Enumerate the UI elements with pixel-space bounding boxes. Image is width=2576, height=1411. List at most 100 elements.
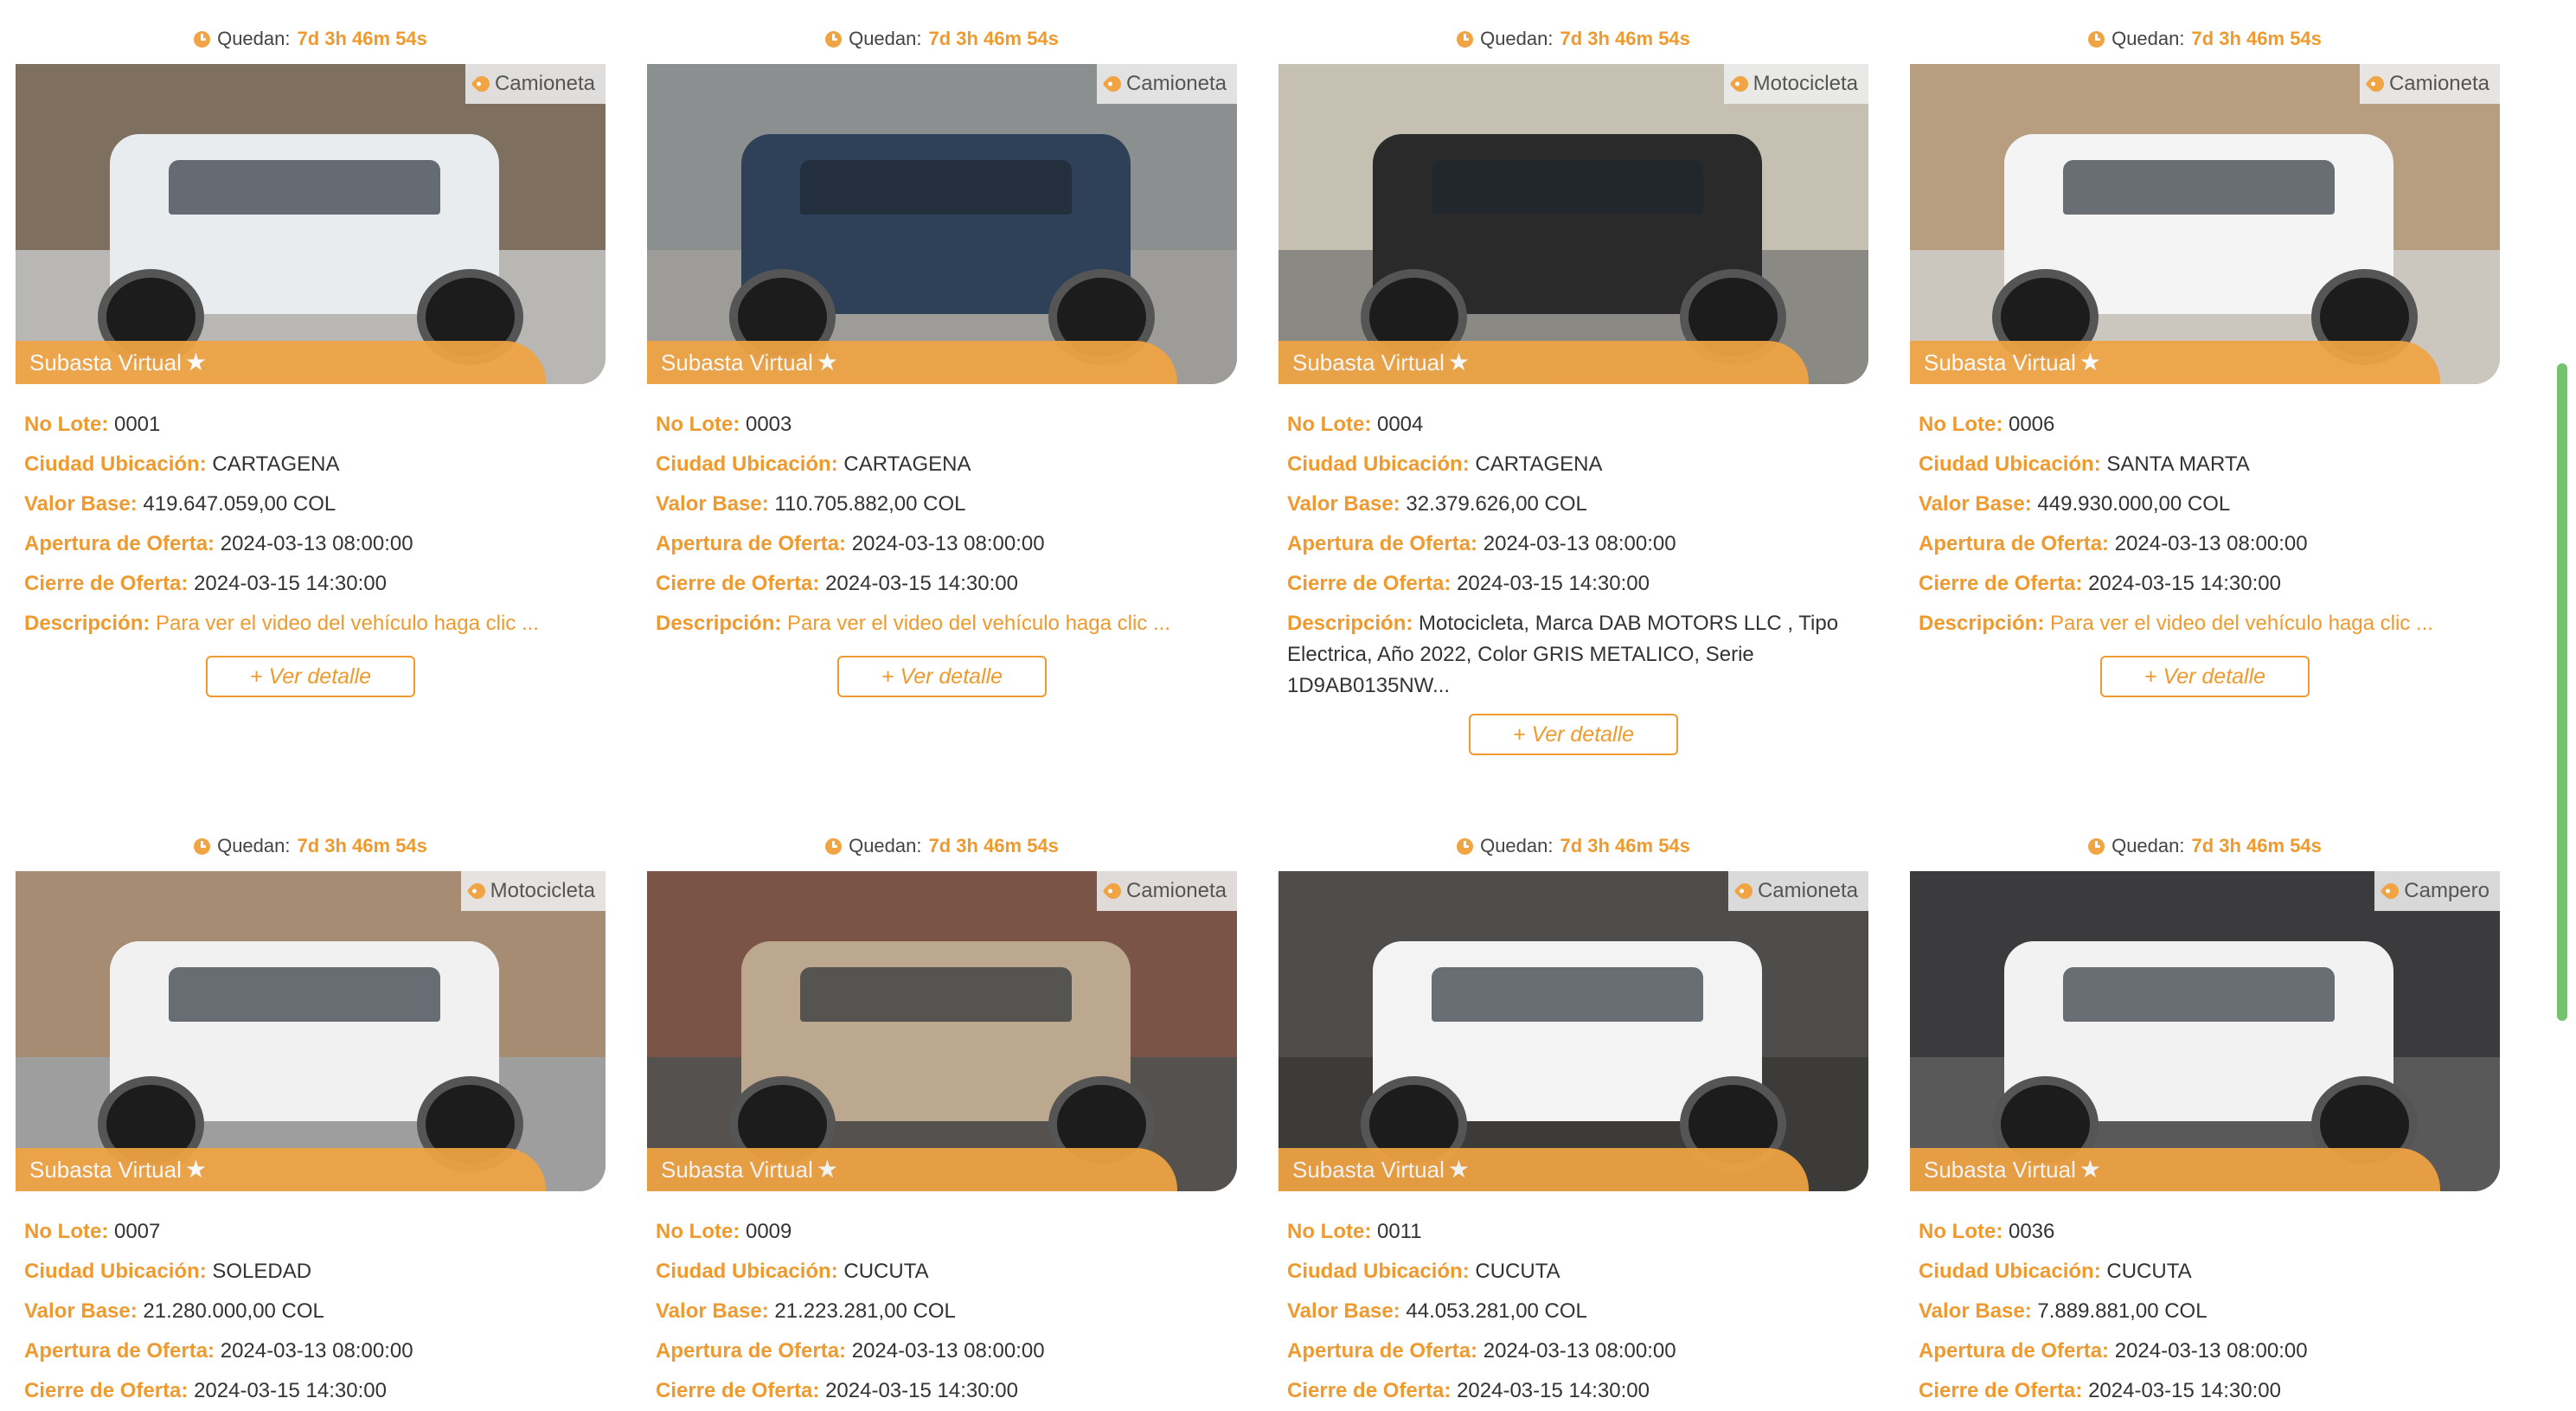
close-label: Cierre de Oferta: xyxy=(1287,1379,1451,1402)
vehicle-details: No Lote: 0036 Ciudad Ubicación: CUCUTA V… xyxy=(1910,1191,2500,1411)
vehicle-photo[interactable]: Camioneta Subasta Virtual ★ xyxy=(647,871,1237,1191)
category-label: Camioneta xyxy=(1757,879,1858,902)
description-block: Descripción: Motocicleta, Marca DAB MOTO… xyxy=(1287,608,1860,702)
close-value: 2024-03-15 14:30:00 xyxy=(194,1379,387,1402)
open-value: 2024-03-13 08:00:00 xyxy=(220,1339,413,1363)
description-label: Descripción: xyxy=(24,612,151,635)
vehicle-card: Quedan: 7d 3h 46m 54s Camioneta Subasta … xyxy=(647,26,1237,697)
countdown-timer: Quedan: 7d 3h 46m 54s xyxy=(1278,833,1868,859)
vehicle-details: No Lote: 0006 Ciudad Ubicación: SANTA MA… xyxy=(1910,384,2500,697)
city-row: Ciudad Ubicación: CUCUTA xyxy=(1919,1252,2491,1292)
vehicle-photo[interactable]: Camioneta Subasta Virtual ★ xyxy=(647,64,1237,384)
countdown-value: 7d 3h 46m 54s xyxy=(297,28,427,49)
vehicle-details: No Lote: 0003 Ciudad Ubicación: CARTAGEN… xyxy=(647,384,1237,697)
countdown-timer: Quedan: 7d 3h 46m 54s xyxy=(16,833,606,859)
lot-row: No Lote: 0009 xyxy=(656,1212,1228,1252)
city-row: Ciudad Ubicación: CARTAGENA xyxy=(1287,445,1860,484)
open-label: Apertura de Oferta: xyxy=(1919,1339,2110,1363)
page-scrollbar[interactable] xyxy=(2557,363,2567,1021)
photo-background xyxy=(1910,871,2500,1191)
city-label: Ciudad Ubicación: xyxy=(656,452,838,476)
vehicle-photo[interactable]: Motocicleta Subasta Virtual ★ xyxy=(16,871,606,1191)
view-detail-button[interactable]: + Ver detalle xyxy=(837,656,1047,697)
open-row: Apertura de Oferta: 2024-03-13 08:00:00 xyxy=(656,1331,1228,1371)
open-row: Apertura de Oferta: 2024-03-13 08:00:00 xyxy=(1919,1331,2491,1371)
base-value: 449.930.000,00 COL xyxy=(2037,492,2231,516)
countdown-label: Quedan: xyxy=(849,28,922,49)
city-label: Ciudad Ubicación: xyxy=(24,452,207,476)
city-value: CUCUTA xyxy=(2106,1260,2192,1283)
description-link[interactable]: Para ver el video del vehículo haga clic… xyxy=(156,612,539,635)
view-detail-button[interactable]: + Ver detalle xyxy=(206,656,415,697)
photo-background xyxy=(16,871,606,1191)
virtual-auction-banner: Subasta Virtual ★ xyxy=(1278,341,1809,384)
lot-value: 0006 xyxy=(2008,413,2055,436)
virtual-auction-banner: Subasta Virtual ★ xyxy=(647,341,1177,384)
base-value: 21.280.000,00 COL xyxy=(143,1299,324,1323)
close-row: Cierre de Oferta: 2024-03-15 14:30:00 xyxy=(1919,1371,2491,1411)
virtual-auction-label: Subasta Virtual xyxy=(1924,1156,2076,1183)
lot-value: 0007 xyxy=(113,1220,161,1243)
lot-row: No Lote: 0004 xyxy=(1287,405,1860,445)
tag-icon xyxy=(465,880,489,902)
virtual-auction-banner: Subasta Virtual ★ xyxy=(1910,341,2440,384)
description-link[interactable]: Para ver el video del vehículo haga clic… xyxy=(2050,612,2433,635)
close-label: Cierre de Oferta: xyxy=(24,1379,189,1402)
tag-icon xyxy=(471,73,493,95)
view-detail-button[interactable]: + Ver detalle xyxy=(2100,656,2310,697)
city-row: Ciudad Ubicación: CARTAGENA xyxy=(24,445,597,484)
city-row: Ciudad Ubicación: SANTA MARTA xyxy=(1919,445,2491,484)
lot-label: No Lote: xyxy=(1919,1220,2003,1243)
vehicle-details: No Lote: 0007 Ciudad Ubicación: SOLEDAD … xyxy=(16,1191,606,1411)
city-row: Ciudad Ubicación: CUCUTA xyxy=(1287,1252,1860,1292)
category-label: Camioneta xyxy=(1125,72,1227,95)
virtual-auction-label: Subasta Virtual xyxy=(1924,349,2076,375)
virtual-auction-banner: Subasta Virtual ★ xyxy=(1910,1148,2440,1191)
open-value: 2024-03-13 08:00:00 xyxy=(2114,1339,2308,1363)
countdown-value: 7d 3h 46m 54s xyxy=(2191,28,2322,49)
city-label: Ciudad Ubicación: xyxy=(1287,452,1470,476)
vehicle-photo[interactable]: Campero Subasta Virtual ★ xyxy=(1910,871,2500,1191)
star-icon: ★ xyxy=(2079,349,2101,375)
countdown-label: Quedan: xyxy=(2111,28,2185,49)
description-row: Descripción: Para ver el video del vehíc… xyxy=(24,604,597,644)
vehicle-photo[interactable]: Camioneta Subasta Virtual ★ xyxy=(1278,871,1868,1191)
countdown-timer: Quedan: 7d 3h 46m 54s xyxy=(647,833,1237,859)
photo-background xyxy=(1910,64,2500,384)
city-value: CARTAGENA xyxy=(212,452,340,476)
tag-icon xyxy=(1728,73,1752,95)
category-badge: Camioneta xyxy=(465,64,606,104)
base-value-row: Valor Base: 7.889.881,00 COL xyxy=(1919,1292,2491,1331)
close-value: 2024-03-15 14:30:00 xyxy=(1457,1379,1650,1402)
vehicle-details: No Lote: 0009 Ciudad Ubicación: CUCUTA V… xyxy=(647,1191,1237,1411)
close-value: 2024-03-15 14:30:00 xyxy=(1457,572,1650,595)
city-label: Ciudad Ubicación: xyxy=(1919,1260,2101,1283)
open-value: 2024-03-13 08:00:00 xyxy=(220,532,413,555)
open-row: Apertura de Oferta: 2024-03-13 08:00:00 xyxy=(656,524,1228,564)
category-badge: Motocicleta xyxy=(460,871,606,911)
open-label: Apertura de Oferta: xyxy=(656,532,847,555)
clock-icon xyxy=(825,30,843,48)
open-row: Apertura de Oferta: 2024-03-13 08:00:00 xyxy=(24,524,597,564)
countdown-label: Quedan: xyxy=(849,835,922,856)
clock-icon xyxy=(825,837,843,855)
open-label: Apertura de Oferta: xyxy=(24,1339,215,1363)
city-value: CUCUTA xyxy=(1475,1260,1560,1283)
close-row: Cierre de Oferta: 2024-03-15 14:30:00 xyxy=(656,564,1228,604)
virtual-auction-banner: Subasta Virtual ★ xyxy=(647,1148,1177,1191)
photo-background xyxy=(1278,64,1868,384)
base-value-label: Valor Base: xyxy=(1287,492,1400,516)
description-label: Descripción: xyxy=(1287,612,1413,635)
countdown-label: Quedan: xyxy=(217,28,291,49)
base-value-label: Valor Base: xyxy=(24,492,138,516)
vehicle-window xyxy=(2063,967,2336,1022)
close-row: Cierre de Oferta: 2024-03-15 14:30:00 xyxy=(1287,564,1860,604)
open-value: 2024-03-13 08:00:00 xyxy=(1483,532,1676,555)
base-value: 419.647.059,00 COL xyxy=(143,492,336,516)
vehicle-photo[interactable]: Camioneta Subasta Virtual ★ xyxy=(1910,64,2500,384)
vehicle-photo[interactable]: Motocicleta Subasta Virtual ★ xyxy=(1278,64,1868,384)
description-link[interactable]: Para ver el video del vehículo haga clic… xyxy=(787,612,1170,635)
view-detail-button[interactable]: + Ver detalle xyxy=(1469,714,1678,755)
base-value-row: Valor Base: 44.053.281,00 COL xyxy=(1287,1292,1860,1331)
vehicle-photo[interactable]: Camioneta Subasta Virtual ★ xyxy=(16,64,606,384)
